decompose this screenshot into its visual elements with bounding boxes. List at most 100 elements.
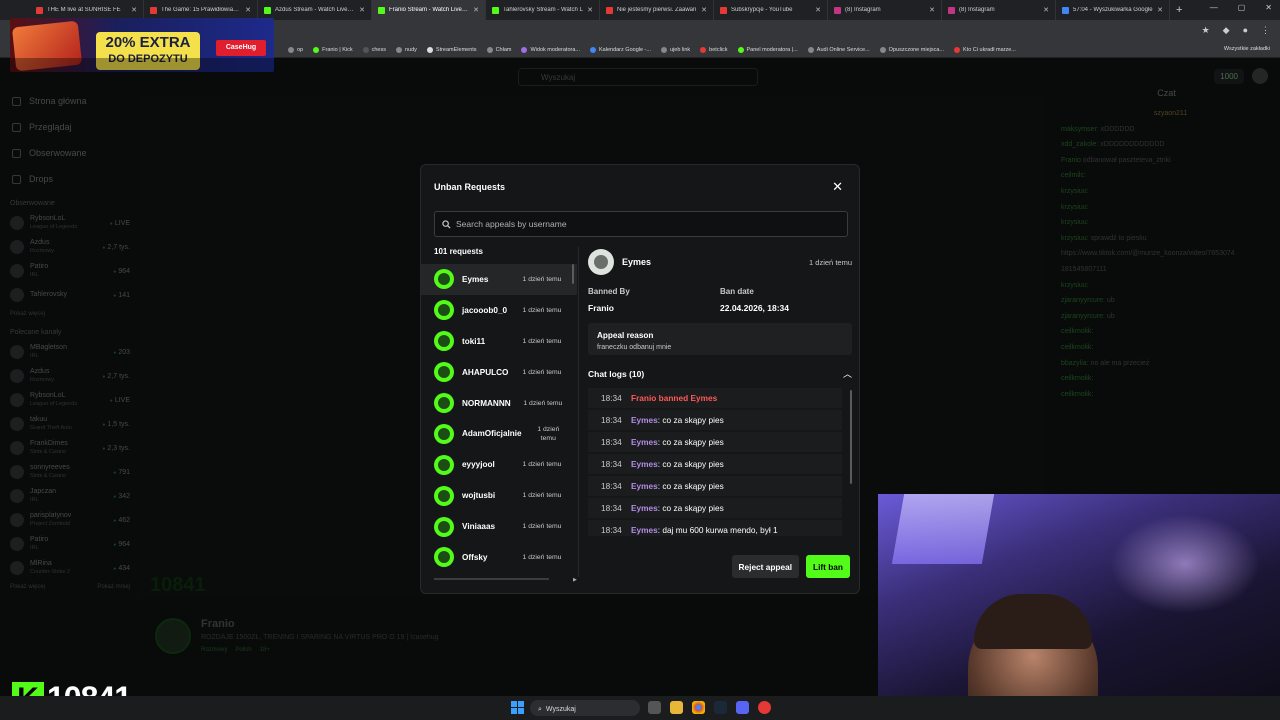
bookmark-favicon-icon (426, 46, 433, 53)
tab-favicon-icon (36, 6, 43, 14)
browser-tab[interactable]: Azdus Stream - Watch Live on ✕ (258, 0, 372, 20)
browser-tab[interactable]: Franio Stream - Watch Live on ✕ (372, 0, 486, 20)
bookmark-item[interactable]: nudy (395, 46, 417, 53)
request-item[interactable]: AHAPULCO 1 dzień temu (421, 357, 577, 388)
request-item[interactable]: eyyyjool 1 dzień temu (421, 449, 577, 480)
close-icon[interactable]: ✕ (929, 6, 935, 14)
ban-date-label: Ban date (720, 287, 754, 296)
request-item[interactable]: toki11 1 dzień temu (421, 326, 577, 357)
scroll-arrow-icon[interactable]: ▶ (573, 577, 577, 583)
close-icon[interactable]: ✕ (131, 6, 137, 14)
log-username: Eymes (631, 481, 658, 491)
close-icon[interactable]: ✕ (815, 6, 821, 14)
bookmark-item[interactable]: Chłam (486, 46, 511, 53)
appeals-search-field[interactable] (434, 211, 848, 237)
request-item[interactable]: NORMANNN 1 dzień temu (421, 388, 577, 419)
search-icon: ⌕ (538, 705, 542, 713)
banned-by-label: Banned By (588, 287, 630, 296)
requests-list[interactable]: Eymes 1 dzień temu jacooob0_0 1 dzień temu t… (421, 264, 577, 582)
bookmark-item[interactable]: Opuszczone miejsca... (879, 46, 944, 53)
minimize-icon[interactable]: — (1210, 3, 1218, 12)
bookmark-item[interactable]: chess (362, 46, 386, 53)
close-icon[interactable]: ✕ (473, 6, 479, 14)
chat-log-entry: 18:34 Franio banned Eymes (588, 388, 842, 410)
close-icon[interactable]: ✕ (587, 6, 593, 14)
chat-logs-toggle[interactable]: Chat logs (10) ︿ (588, 367, 852, 380)
browser-tab[interactable]: 57:04 - Wyszukiwarka Google ✕ (1056, 0, 1170, 20)
browser-tab[interactable]: (8) Instagram ✕ (828, 0, 942, 20)
bookmark-label: Panel moderatora |... (746, 46, 798, 53)
discord-icon[interactable] (736, 701, 749, 714)
bookmark-item[interactable]: Panel moderatora |... (737, 46, 798, 53)
browser-tab[interactable]: The Game: 15 Prawidłowiaków ✕ (144, 0, 258, 20)
taskbar-search[interactable]: ⌕ Wyszukaj (530, 700, 640, 716)
logs-scrollbar[interactable] (850, 390, 852, 484)
profile-icon[interactable]: ● (1243, 25, 1248, 36)
request-item[interactable]: Offsky 1 dzień temu (421, 542, 577, 573)
bookmark-item[interactable]: Audi Online Service... (807, 46, 870, 53)
request-avatar (434, 300, 454, 321)
request-username: toki11 (462, 336, 486, 346)
all-bookmarks-link[interactable]: Wszystkie zakładki (1224, 46, 1270, 52)
steam-icon[interactable] (714, 701, 727, 714)
request-time: 1 dzień temu (522, 461, 562, 469)
close-icon[interactable]: ✕ (1043, 6, 1049, 14)
divider (578, 247, 579, 577)
lift-ban-button[interactable]: Lift ban (806, 555, 850, 578)
app-icon[interactable] (758, 701, 771, 714)
bookmark-label: op (297, 46, 304, 53)
bookmark-item[interactable]: op (288, 46, 304, 53)
menu-icon[interactable]: ⋮ (1261, 25, 1270, 36)
bookmark-star-icon[interactable]: ★ (1202, 25, 1210, 36)
request-item[interactable]: AdamOficjalnie 1 dzień temu (421, 418, 577, 449)
request-time: 1 dzień temu (522, 337, 562, 345)
chat-logs-list[interactable]: 18:34 Franio banned Eymes 18:34 Eymes: co z… (588, 388, 852, 536)
bookmark-item[interactable]: Franio | Kick (313, 46, 353, 53)
request-item[interactable]: wojtusbi 1 dzień temu (421, 480, 577, 511)
chevron-up-icon[interactable]: ︿ (843, 367, 852, 380)
browser-tab[interactable]: Nie jesteśmy pierwsi. Zaawan ✕ (600, 0, 714, 20)
log-time: 18:34 (601, 503, 622, 513)
close-icon[interactable]: ✕ (245, 6, 251, 14)
request-time: 1 dzień temu (522, 553, 562, 561)
bookmark-item[interactable]: Kto Ci ukradł marze... (954, 46, 1016, 53)
close-window-icon[interactable]: ✕ (1265, 3, 1272, 12)
browser-tab[interactable]: Tahlerovsky Stream - Watch L ✕ (486, 0, 600, 20)
browser-tab[interactable]: THE M live at SUNRISE FE ✕ (30, 0, 144, 20)
log-message: : co za skąpy pies (657, 459, 724, 469)
bookmark-item[interactable]: Widok moderatora... (521, 46, 580, 53)
file-explorer-icon[interactable] (670, 701, 683, 714)
close-icon[interactable]: ✕ (359, 6, 365, 14)
tab-favicon-icon (1062, 6, 1069, 14)
windows-start-icon[interactable] (511, 701, 524, 714)
window-controls: — ▢ ✕ (1210, 3, 1272, 12)
chat-log-entry: 18:34 Eymes: co za skąpy pies (588, 476, 842, 498)
maximize-icon[interactable]: ▢ (1238, 3, 1246, 12)
list-horizontal-scrollbar[interactable] (434, 578, 549, 580)
request-item[interactable]: Viniaaas 1 dzień temu (421, 511, 577, 542)
request-item[interactable]: jacooob0_0 1 dzień temu (421, 295, 577, 326)
browser-tab[interactable]: (8) Instagram ✕ (942, 0, 1056, 20)
appeal-reason-box: Appeal reason franeczku odbanuj mnie (588, 323, 852, 355)
list-scrollbar[interactable] (572, 264, 574, 284)
tab-favicon-icon (606, 6, 613, 14)
new-tab-icon[interactable]: + (1176, 4, 1182, 16)
request-item[interactable]: Eymes 1 dzień temu (421, 264, 577, 295)
appeals-search-input[interactable] (456, 219, 836, 229)
task-view-icon[interactable] (648, 701, 661, 714)
bookmark-item[interactable]: betclick (700, 46, 728, 53)
extension-icon[interactable]: ◆ (1223, 25, 1230, 36)
bookmark-item[interactable]: Kalendarz Google -... (590, 46, 651, 53)
close-icon[interactable]: ✕ (1157, 6, 1163, 14)
reject-appeal-button[interactable]: Reject appeal (731, 555, 800, 578)
request-avatar (434, 331, 454, 352)
tab-title: 57:04 - Wyszukiwarka Google (1073, 7, 1153, 13)
chat-log-entry: 18:34 Eymes: co za skąpy pies (588, 498, 842, 520)
bookmark-item[interactable]: StreamElements (426, 46, 477, 53)
log-username: Franio banned Eymes (631, 393, 718, 403)
browser-tab[interactable]: Subskrypcje - YouTube ✕ (714, 0, 828, 20)
bookmark-item[interactable]: ujeb link (660, 46, 690, 53)
chrome-icon[interactable] (692, 701, 705, 714)
close-icon[interactable]: ✕ (832, 179, 843, 195)
close-icon[interactable]: ✕ (701, 6, 707, 14)
